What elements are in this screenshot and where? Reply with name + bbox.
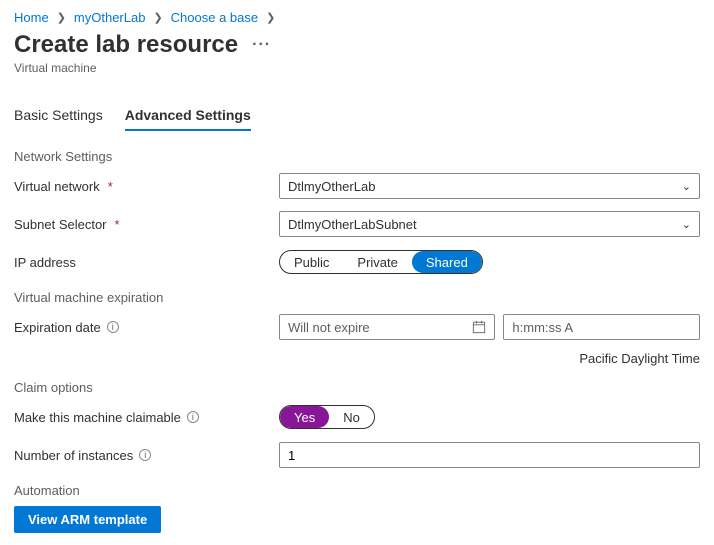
- label-subnet-selector: Subnet Selector*: [14, 217, 279, 232]
- tabs: Basic Settings Advanced Settings: [14, 103, 700, 131]
- label-expiration-date: Expiration date i: [14, 320, 279, 335]
- chevron-right-icon: ❯: [153, 11, 162, 24]
- expiration-time-input[interactable]: h:mm:ss A: [503, 314, 700, 340]
- label-ip-address: IP address: [14, 255, 279, 270]
- page-subtitle: Virtual machine: [14, 61, 700, 75]
- timezone-label: Pacific Daylight Time: [14, 351, 700, 366]
- expiration-date-placeholder: Will not expire: [288, 320, 370, 335]
- info-icon[interactable]: i: [187, 411, 199, 423]
- chevron-right-icon: ❯: [266, 11, 275, 24]
- more-actions-icon[interactable]: ···: [252, 36, 271, 54]
- claimable-yes[interactable]: Yes: [280, 406, 329, 428]
- subnet-select[interactable]: DtlmyOtherLabSubnet ⌄: [279, 211, 700, 237]
- tab-advanced-settings[interactable]: Advanced Settings: [125, 103, 251, 131]
- tab-basic-settings[interactable]: Basic Settings: [14, 103, 103, 131]
- section-network-settings: Network Settings: [14, 149, 700, 164]
- chevron-right-icon: ❯: [57, 11, 66, 24]
- claimable-no[interactable]: No: [329, 406, 374, 428]
- label-virtual-network: Virtual network*: [14, 179, 279, 194]
- label-instances: Number of instances i: [14, 448, 279, 463]
- page-title: Create lab resource ···: [14, 31, 700, 59]
- chevron-down-icon: ⌄: [682, 218, 691, 231]
- expiration-date-input[interactable]: Will not expire: [279, 314, 495, 340]
- label-claimable: Make this machine claimable i: [14, 410, 279, 425]
- virtual-network-value: DtlmyOtherLab: [288, 179, 375, 194]
- breadcrumb-lab[interactable]: myOtherLab: [74, 10, 146, 25]
- ip-option-public[interactable]: Public: [280, 251, 343, 273]
- virtual-network-select[interactable]: DtlmyOtherLab ⌄: [279, 173, 700, 199]
- instances-input[interactable]: [279, 442, 700, 468]
- breadcrumb-home[interactable]: Home: [14, 10, 49, 25]
- ip-option-shared[interactable]: Shared: [412, 251, 482, 273]
- breadcrumb-choose-base[interactable]: Choose a base: [171, 10, 258, 25]
- claimable-toggle: Yes No: [279, 405, 375, 429]
- section-claim-options: Claim options: [14, 380, 700, 395]
- calendar-icon: [472, 320, 486, 334]
- info-icon[interactable]: i: [139, 449, 151, 461]
- page-title-text: Create lab resource: [14, 31, 238, 59]
- view-arm-template-button[interactable]: View ARM template: [14, 506, 161, 533]
- ip-address-toggle: Public Private Shared: [279, 250, 483, 274]
- info-icon[interactable]: i: [107, 321, 119, 333]
- expiration-time-placeholder: h:mm:ss A: [512, 320, 573, 335]
- breadcrumb: Home ❯ myOtherLab ❯ Choose a base ❯: [14, 10, 700, 25]
- ip-option-private[interactable]: Private: [343, 251, 411, 273]
- subnet-value: DtlmyOtherLabSubnet: [288, 217, 417, 232]
- section-vm-expiration: Virtual machine expiration: [14, 290, 700, 305]
- section-automation: Automation: [14, 483, 700, 498]
- chevron-down-icon: ⌄: [682, 180, 691, 193]
